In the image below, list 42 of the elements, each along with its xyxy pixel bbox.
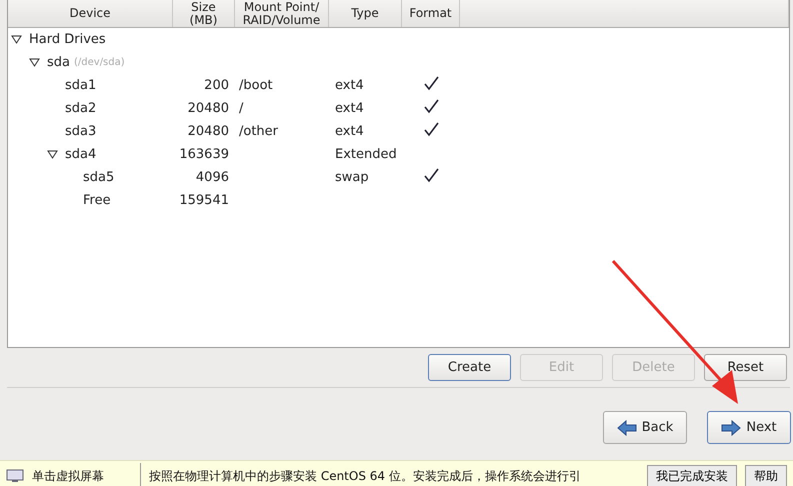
expanded-triangle-icon[interactable] — [11, 35, 22, 44]
mount-point-cell: /boot — [239, 78, 273, 93]
column-header[interactable]: Device — [8, 0, 173, 27]
right-arrow-icon — [721, 420, 742, 436]
partition-action-button[interactable]: Create — [428, 354, 511, 381]
device-name: sda3 — [65, 124, 96, 139]
size-cell: 159541 — [179, 193, 229, 208]
monitor-icon — [6, 469, 24, 483]
hint-button[interactable]: 帮助 — [745, 465, 787, 486]
device-name: sda — [47, 55, 70, 70]
device-name: sda4 — [65, 147, 96, 162]
back-button[interactable]: Back — [603, 411, 687, 444]
device-name: sda1 — [65, 78, 96, 93]
type-cell: swap — [335, 170, 369, 185]
hint-message: 按照在物理计算机中的步骤安装 CentOS 64 位。安装完成后，操作系统会进行引 — [149, 468, 582, 484]
partition-action-button[interactable]: Reset — [704, 354, 787, 381]
next-button[interactable]: Next — [707, 411, 791, 444]
hint-title: 单击虚拟屏幕 — [32, 468, 105, 484]
expanded-triangle-icon[interactable] — [29, 58, 40, 67]
column-header[interactable]: Format — [402, 0, 460, 27]
device-name: sda2 — [65, 101, 96, 116]
type-cell: ext4 — [335, 124, 364, 139]
type-cell: ext4 — [335, 78, 364, 93]
size-cell: 163639 — [179, 147, 229, 162]
device-name: Free — [83, 193, 111, 208]
size-cell: 20480 — [188, 101, 229, 116]
device-name: sda5 — [83, 170, 114, 185]
column-header[interactable]: Mount Point/ RAID/Volume — [235, 0, 329, 27]
device-path: (/dev/sda) — [74, 57, 125, 68]
size-cell: 200 — [204, 78, 229, 93]
type-cell: ext4 — [335, 101, 364, 116]
expanded-triangle-icon[interactable] — [47, 150, 58, 159]
size-cell: 4096 — [196, 170, 229, 185]
left-arrow-icon — [616, 420, 637, 436]
size-cell: 20480 — [188, 124, 229, 139]
column-header[interactable]: Size (MB) — [173, 0, 235, 27]
mount-point-cell: / — [239, 101, 244, 116]
column-header[interactable]: Type — [329, 0, 402, 27]
device-name: Hard Drives — [29, 32, 106, 47]
type-cell: Extended — [335, 147, 397, 162]
mount-point-cell: /other — [239, 124, 278, 139]
hint-button[interactable]: 我已完成安装 — [647, 465, 737, 486]
